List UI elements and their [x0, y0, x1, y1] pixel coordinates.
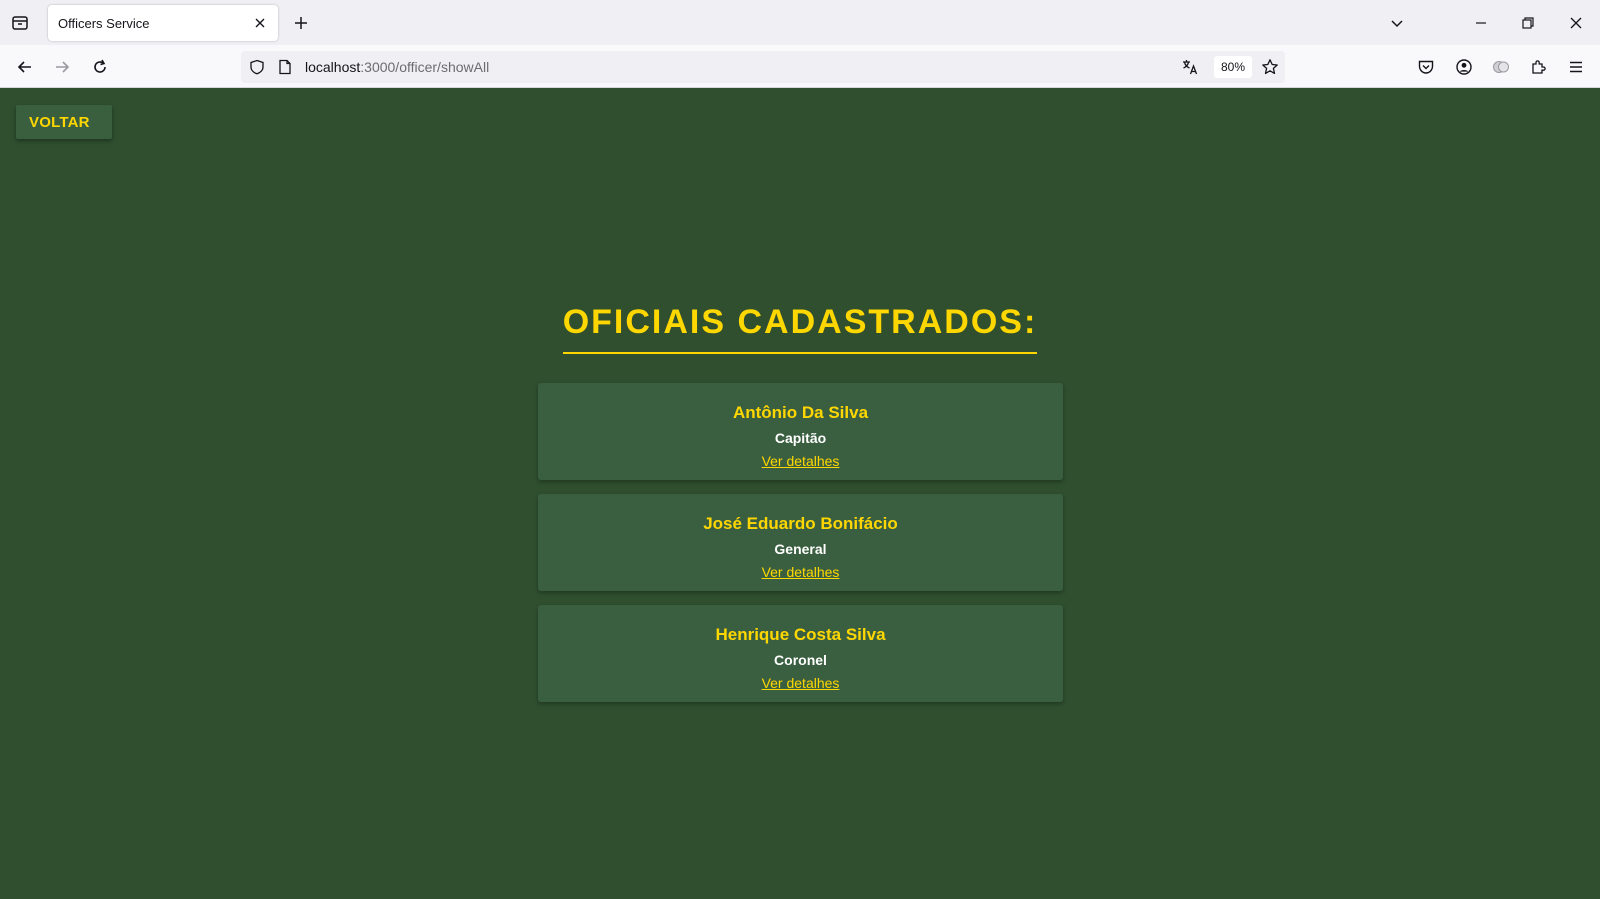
officer-name: Antônio Da Silva	[732, 403, 869, 422]
zoom-level-badge[interactable]: 80%	[1214, 56, 1252, 78]
tab-title: Officers Service	[58, 15, 150, 31]
back-button[interactable]: VOLTAR	[16, 105, 112, 139]
page-content: VOLTAR OFICIAIS CADASTRADOS: Antônio Da …	[0, 88, 1600, 899]
browser-tab-bar: Officers Service	[0, 0, 1600, 45]
tab-list-icon[interactable]	[0, 0, 40, 45]
back-arrow-icon[interactable]	[12, 54, 38, 80]
view-details-link[interactable]: Ver detalhes	[762, 564, 840, 580]
officer-card: Henrique Costa Silva Coronel Ver detalhe…	[538, 605, 1063, 702]
url-path: :3000/officer/showAll	[360, 59, 490, 75]
close-icon[interactable]	[252, 15, 268, 31]
officer-name: José Eduardo Bonifácio	[703, 514, 898, 533]
browser-nav-bar: localhost:3000/officer/showAll 80%	[0, 45, 1600, 88]
url-text[interactable]: localhost:3000/officer/showAll	[305, 59, 489, 75]
shield-icon[interactable]	[247, 57, 267, 77]
new-tab-icon[interactable]	[290, 12, 312, 34]
page-icon[interactable]	[275, 57, 295, 77]
window-close-icon[interactable]	[1563, 10, 1589, 36]
page-title: OFICIAIS CADASTRADOS:	[562, 303, 1038, 354]
star-icon[interactable]	[1260, 57, 1280, 77]
menu-icon[interactable]	[1563, 54, 1589, 80]
extension-blob-icon[interactable]	[1488, 54, 1514, 80]
officer-card: Antônio Da Silva Capitão Ver detalhes	[538, 383, 1063, 480]
chevron-down-icon[interactable]	[1384, 10, 1410, 36]
view-details-link[interactable]: Ver detalhes	[762, 453, 840, 469]
account-icon[interactable]	[1451, 54, 1477, 80]
pocket-icon[interactable]	[1413, 54, 1439, 80]
officer-name: Henrique Costa Silva	[715, 625, 886, 644]
minimize-icon[interactable]	[1468, 10, 1494, 36]
reload-icon[interactable]	[87, 54, 113, 80]
restore-icon[interactable]	[1515, 10, 1541, 36]
translate-icon[interactable]	[1180, 57, 1200, 77]
officer-rank: General	[774, 541, 827, 557]
officer-rank: Coronel	[774, 652, 827, 668]
officer-card: José Eduardo Bonifácio General Ver detal…	[538, 494, 1063, 591]
extensions-puzzle-icon[interactable]	[1526, 54, 1552, 80]
view-details-link[interactable]: Ver detalhes	[762, 675, 840, 691]
officer-rank: Capitão	[774, 430, 827, 446]
forward-arrow-icon[interactable]	[49, 54, 75, 80]
browser-tab-active[interactable]: Officers Service	[48, 5, 278, 41]
page-heading-container: OFICIAIS CADASTRADOS:	[0, 303, 1600, 354]
url-host: localhost	[305, 59, 361, 75]
url-bar[interactable]: localhost:3000/officer/showAll 80%	[241, 51, 1285, 83]
